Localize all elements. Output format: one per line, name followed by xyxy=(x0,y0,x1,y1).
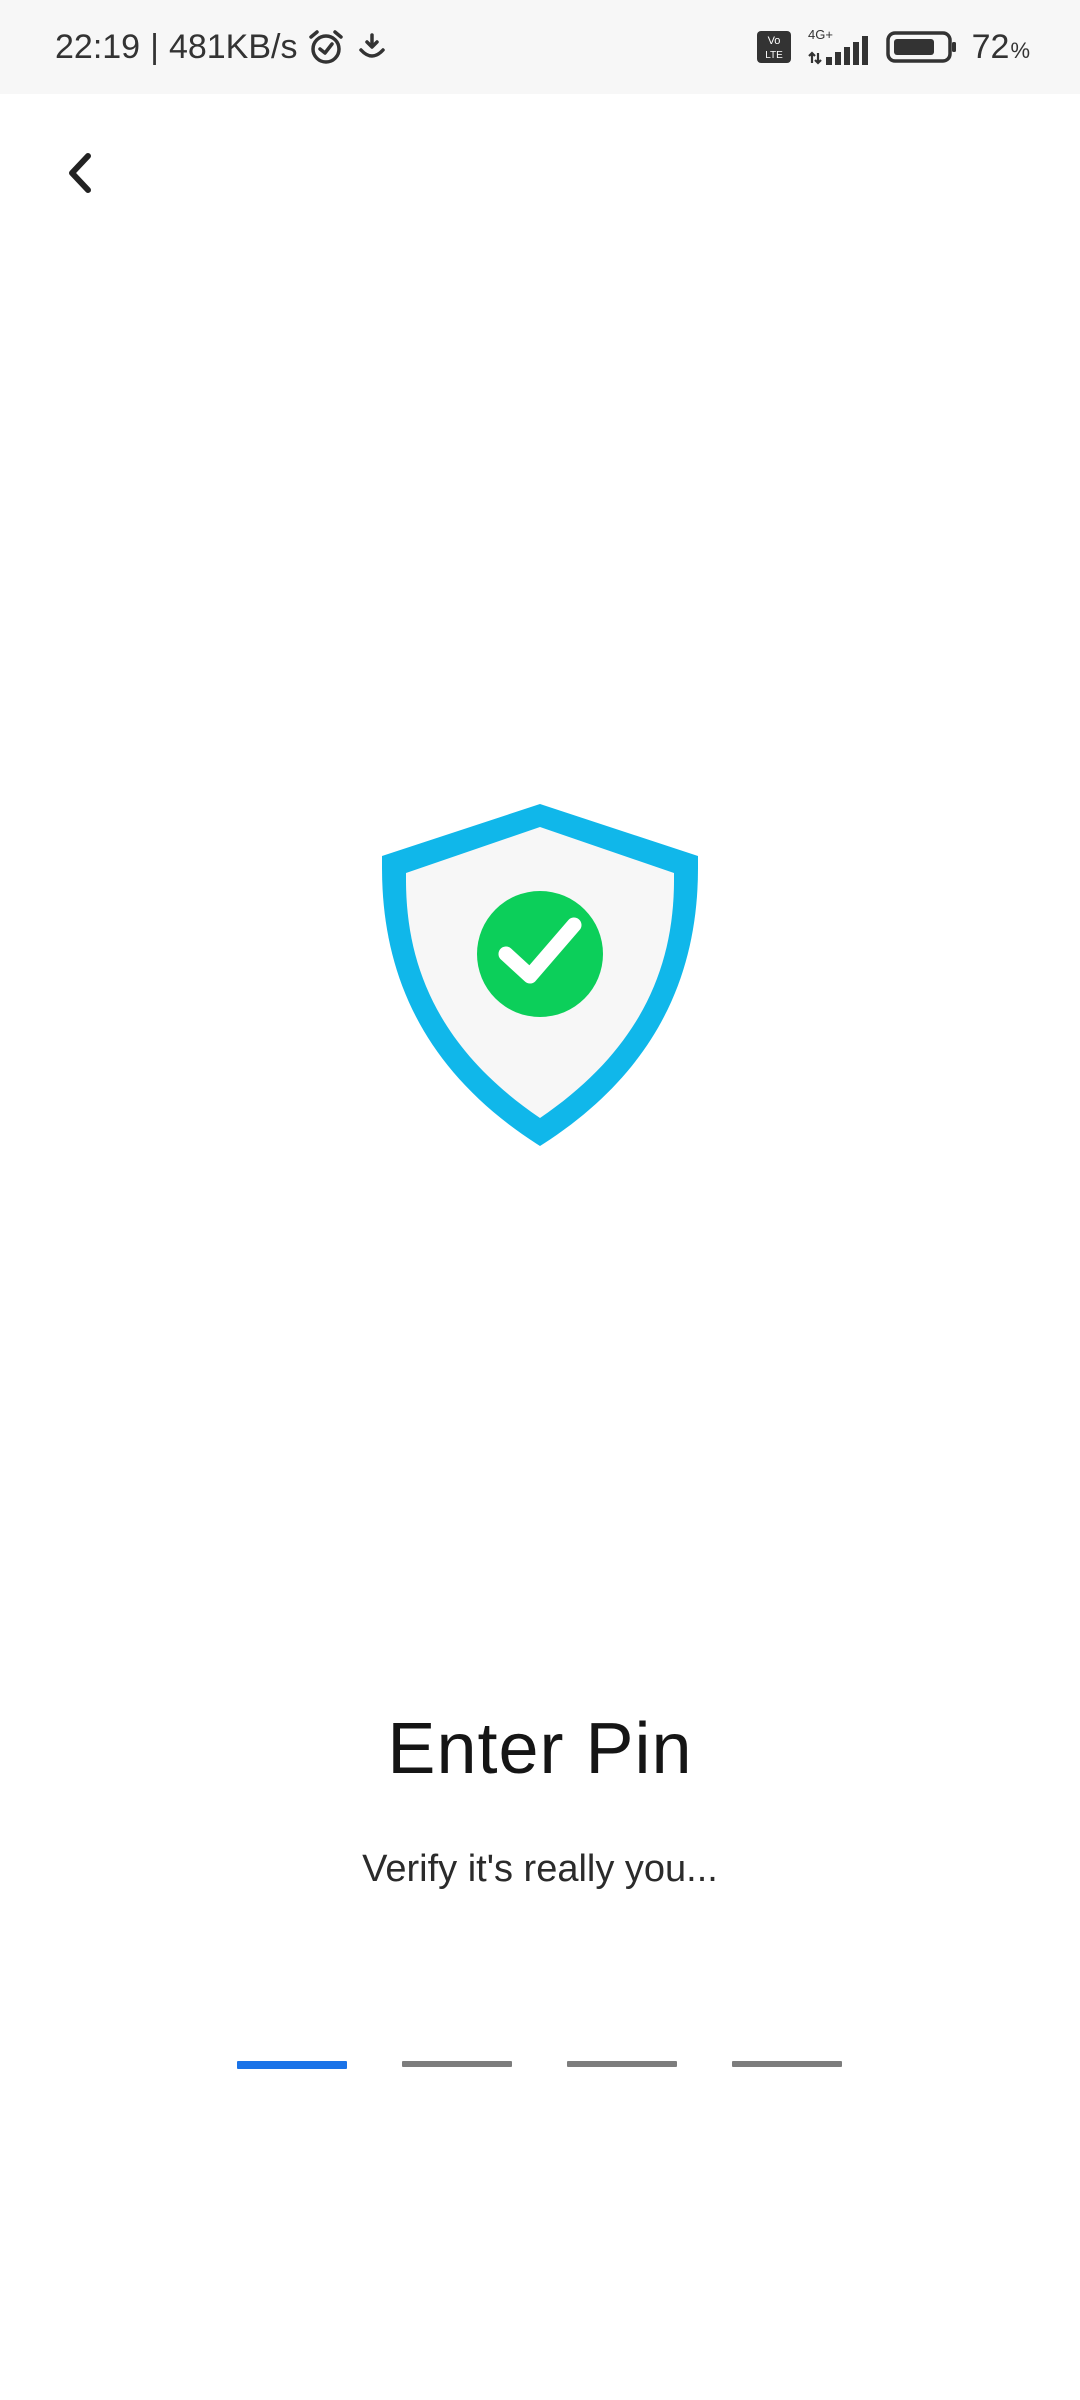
alarm-icon xyxy=(307,28,345,66)
status-bar: 22:19 | 481KB/s Vo LTE 4G+ 72% xyxy=(0,0,1080,94)
pin-slot-3[interactable] xyxy=(567,2061,677,2067)
download-icon xyxy=(355,30,389,64)
volte-bottom-text: LTE xyxy=(765,50,783,61)
pin-slot-2[interactable] xyxy=(402,2061,512,2067)
status-bar-left: 22:19 | 481KB/s xyxy=(55,0,389,94)
status-time: 22:19 xyxy=(55,27,141,66)
status-network-speed: 481KB/s xyxy=(168,27,298,66)
battery-icon xyxy=(885,30,958,64)
back-button[interactable] xyxy=(40,135,120,215)
volte-top-text: Vo xyxy=(767,35,780,47)
pin-input[interactable] xyxy=(237,2061,842,2069)
network-type-text: 4G+ xyxy=(808,27,833,42)
status-separator: | xyxy=(150,27,159,66)
page-title: Enter Pin xyxy=(387,1709,693,1789)
signal-icon: 4G+ xyxy=(806,27,872,67)
battery-percent-unit: % xyxy=(1010,37,1030,63)
pin-slot-1[interactable] xyxy=(237,2061,347,2069)
battery-percent: 72% xyxy=(971,27,1030,66)
shield-check-icon xyxy=(380,800,700,1150)
volte-icon: Vo LTE xyxy=(756,30,792,64)
page-subtitle: Verify it's really you... xyxy=(362,1848,718,1890)
status-bar-right: Vo LTE 4G+ 72% xyxy=(756,0,1030,94)
pin-slot-4[interactable] xyxy=(732,2061,842,2067)
chevron-left-icon xyxy=(60,148,100,203)
